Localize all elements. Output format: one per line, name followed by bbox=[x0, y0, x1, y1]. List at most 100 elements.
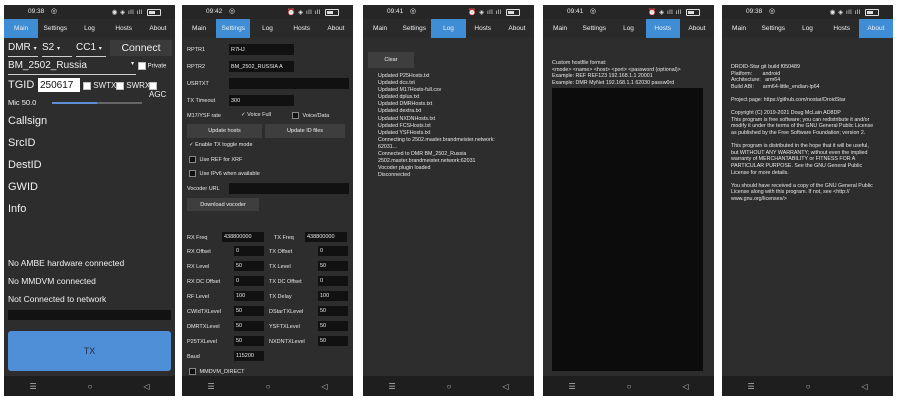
vocoder-url-input[interactable] bbox=[229, 183, 349, 194]
cwid-tx-level-input[interactable]: 50 bbox=[234, 306, 264, 316]
voice-data-radio[interactable]: Voice/Data bbox=[292, 112, 329, 119]
tab-settings[interactable]: Settings bbox=[577, 19, 611, 38]
tx-freq-input[interactable]: 438800000 bbox=[305, 232, 347, 242]
tab-hosts[interactable]: Hosts bbox=[645, 19, 680, 38]
tab-main[interactable]: Main bbox=[722, 19, 756, 38]
back-icon[interactable]: ◁ bbox=[861, 382, 867, 391]
agc-check-box[interactable] bbox=[149, 81, 157, 90]
home-icon[interactable]: ○ bbox=[806, 382, 811, 391]
tab-settings[interactable]: Settings bbox=[216, 19, 251, 38]
menu-icon[interactable]: ☰ bbox=[29, 382, 36, 391]
swtx-checkbox[interactable]: SWTX bbox=[83, 81, 116, 90]
connect-button[interactable]: Connect bbox=[110, 40, 172, 56]
rf-level-input[interactable]: 100 bbox=[234, 291, 264, 301]
home-icon[interactable]: ○ bbox=[627, 382, 632, 391]
tab-about[interactable]: About bbox=[858, 19, 893, 38]
tab-log[interactable]: Log bbox=[790, 19, 824, 38]
enable-tx-toggle-checkbox[interactable]: ✓ Enable TX toggle mode bbox=[189, 142, 253, 148]
use-ipv6-check-box[interactable] bbox=[189, 170, 196, 177]
tx-level-input[interactable]: 50 bbox=[318, 261, 348, 271]
voice-data-check-box[interactable] bbox=[292, 112, 299, 119]
voice-full-radio[interactable]: ✓ Voice Full bbox=[241, 112, 271, 118]
tab-about[interactable]: About bbox=[500, 19, 534, 38]
swrx-checkbox[interactable]: SWRX bbox=[116, 81, 150, 90]
tx-timeout-input[interactable]: 300 bbox=[229, 95, 294, 106]
tx-offset-input[interactable]: 0 bbox=[318, 246, 348, 256]
use-ipv6-checkbox[interactable]: Use IPv6 when available bbox=[189, 170, 260, 177]
private-label: Private bbox=[147, 63, 167, 70]
tgid-input[interactable]: 250617 bbox=[38, 78, 80, 92]
back-icon[interactable]: ◁ bbox=[682, 382, 688, 391]
menu-icon[interactable]: ☰ bbox=[747, 382, 754, 391]
agc-checkbox[interactable]: AGC bbox=[149, 81, 175, 99]
tab-about[interactable]: About bbox=[319, 19, 353, 38]
tab-hosts[interactable]: Hosts bbox=[825, 19, 859, 38]
dstar-tx-level-input[interactable]: 50 bbox=[318, 306, 348, 316]
home-icon[interactable]: ○ bbox=[447, 382, 452, 391]
home-icon[interactable]: ○ bbox=[88, 382, 93, 391]
tab-settings[interactable]: Settings bbox=[397, 19, 431, 38]
slot-select[interactable]: S2 ▾ bbox=[42, 42, 72, 57]
back-icon[interactable]: ◁ bbox=[502, 382, 508, 391]
tab-main[interactable]: Main bbox=[4, 19, 39, 38]
mode-select[interactable]: DMR ▾ bbox=[8, 42, 38, 57]
nxdn-tx-level-input[interactable]: 50 bbox=[318, 336, 348, 346]
status-time: 09:42 bbox=[206, 8, 223, 15]
tab-about[interactable]: About bbox=[680, 19, 714, 38]
mmdvm-direct-checkbox[interactable]: MMDVM_DIRECT bbox=[189, 368, 244, 375]
tab-main[interactable]: Main bbox=[182, 19, 216, 38]
menu-icon[interactable]: ☰ bbox=[207, 382, 214, 391]
baud-input[interactable]: 115200 bbox=[234, 351, 264, 361]
mmdvm-direct-check-box[interactable] bbox=[189, 368, 196, 375]
usrtxt-input[interactable] bbox=[229, 78, 349, 89]
download-vocoder-button[interactable]: Download vocoder bbox=[187, 198, 259, 211]
tx-delay-input[interactable]: 100 bbox=[318, 291, 348, 301]
tab-about[interactable]: About bbox=[141, 19, 175, 38]
back-icon[interactable]: ◁ bbox=[143, 382, 149, 391]
nxdn-tx-level-label: NXDNTXLevel bbox=[269, 339, 305, 345]
clear-log-button[interactable]: Clear bbox=[368, 52, 414, 68]
navigation-bar: ☰ ○ ◁ bbox=[722, 376, 893, 396]
tab-log[interactable]: Log bbox=[72, 19, 106, 38]
host-select[interactable]: BM_2502_Russia ▾ bbox=[8, 60, 136, 75]
baud-label: Baud bbox=[187, 354, 200, 360]
private-check-box[interactable] bbox=[138, 62, 146, 70]
tab-hosts[interactable]: Hosts bbox=[466, 19, 500, 38]
swrx-check-box[interactable] bbox=[116, 81, 124, 90]
rptr2-input[interactable]: BM_2502_RUSSIA A bbox=[229, 61, 294, 72]
use-ref-check-box[interactable] bbox=[189, 156, 196, 163]
back-icon[interactable]: ◁ bbox=[321, 382, 327, 391]
tx-button[interactable]: TX bbox=[8, 331, 171, 371]
tab-hosts[interactable]: Hosts bbox=[107, 19, 141, 38]
tab-log[interactable]: Log bbox=[250, 19, 284, 38]
status-time: 09:41 bbox=[567, 8, 584, 15]
rx-offset-input[interactable]: 0 bbox=[234, 246, 264, 256]
tab-log[interactable]: Log bbox=[431, 19, 466, 38]
private-checkbox[interactable]: Private bbox=[138, 62, 166, 70]
tx-dc-offset-input[interactable]: 0 bbox=[318, 276, 348, 286]
tab-hosts[interactable]: Hosts bbox=[285, 19, 319, 38]
rptr1-input[interactable]: R7HJ bbox=[229, 44, 294, 55]
rx-freq-input[interactable]: 438800000 bbox=[222, 232, 264, 242]
tab-settings[interactable]: Settings bbox=[38, 19, 72, 38]
hostfile-editor[interactable] bbox=[552, 88, 703, 371]
cc-select[interactable]: CC1 ▾ bbox=[76, 42, 106, 57]
tab-main[interactable]: Main bbox=[363, 19, 397, 38]
home-icon[interactable]: ○ bbox=[266, 382, 271, 391]
ysf-tx-level-input[interactable]: 50 bbox=[318, 321, 348, 331]
menu-icon[interactable]: ☰ bbox=[388, 382, 395, 391]
dmr-tx-level-input[interactable]: 50 bbox=[234, 321, 264, 331]
signal-icons: ◉ ◈ ıll ıll bbox=[830, 8, 879, 16]
rx-level-input[interactable]: 50 bbox=[234, 261, 264, 271]
use-ref-checkbox[interactable]: Use REF for XRF bbox=[189, 156, 242, 163]
rx-dc-offset-input[interactable]: 0 bbox=[234, 276, 264, 286]
tab-settings[interactable]: Settings bbox=[756, 19, 790, 38]
swtx-check-box[interactable] bbox=[83, 81, 91, 90]
menu-icon[interactable]: ☰ bbox=[568, 382, 575, 391]
p25-tx-level-input[interactable]: 50 bbox=[234, 336, 264, 346]
tab-log[interactable]: Log bbox=[611, 19, 645, 38]
update-hosts-button[interactable]: Update hosts bbox=[187, 124, 262, 138]
mic-slider[interactable] bbox=[52, 102, 142, 104]
update-id-files-button[interactable]: Update ID files bbox=[265, 124, 345, 138]
tab-main[interactable]: Main bbox=[543, 19, 577, 38]
